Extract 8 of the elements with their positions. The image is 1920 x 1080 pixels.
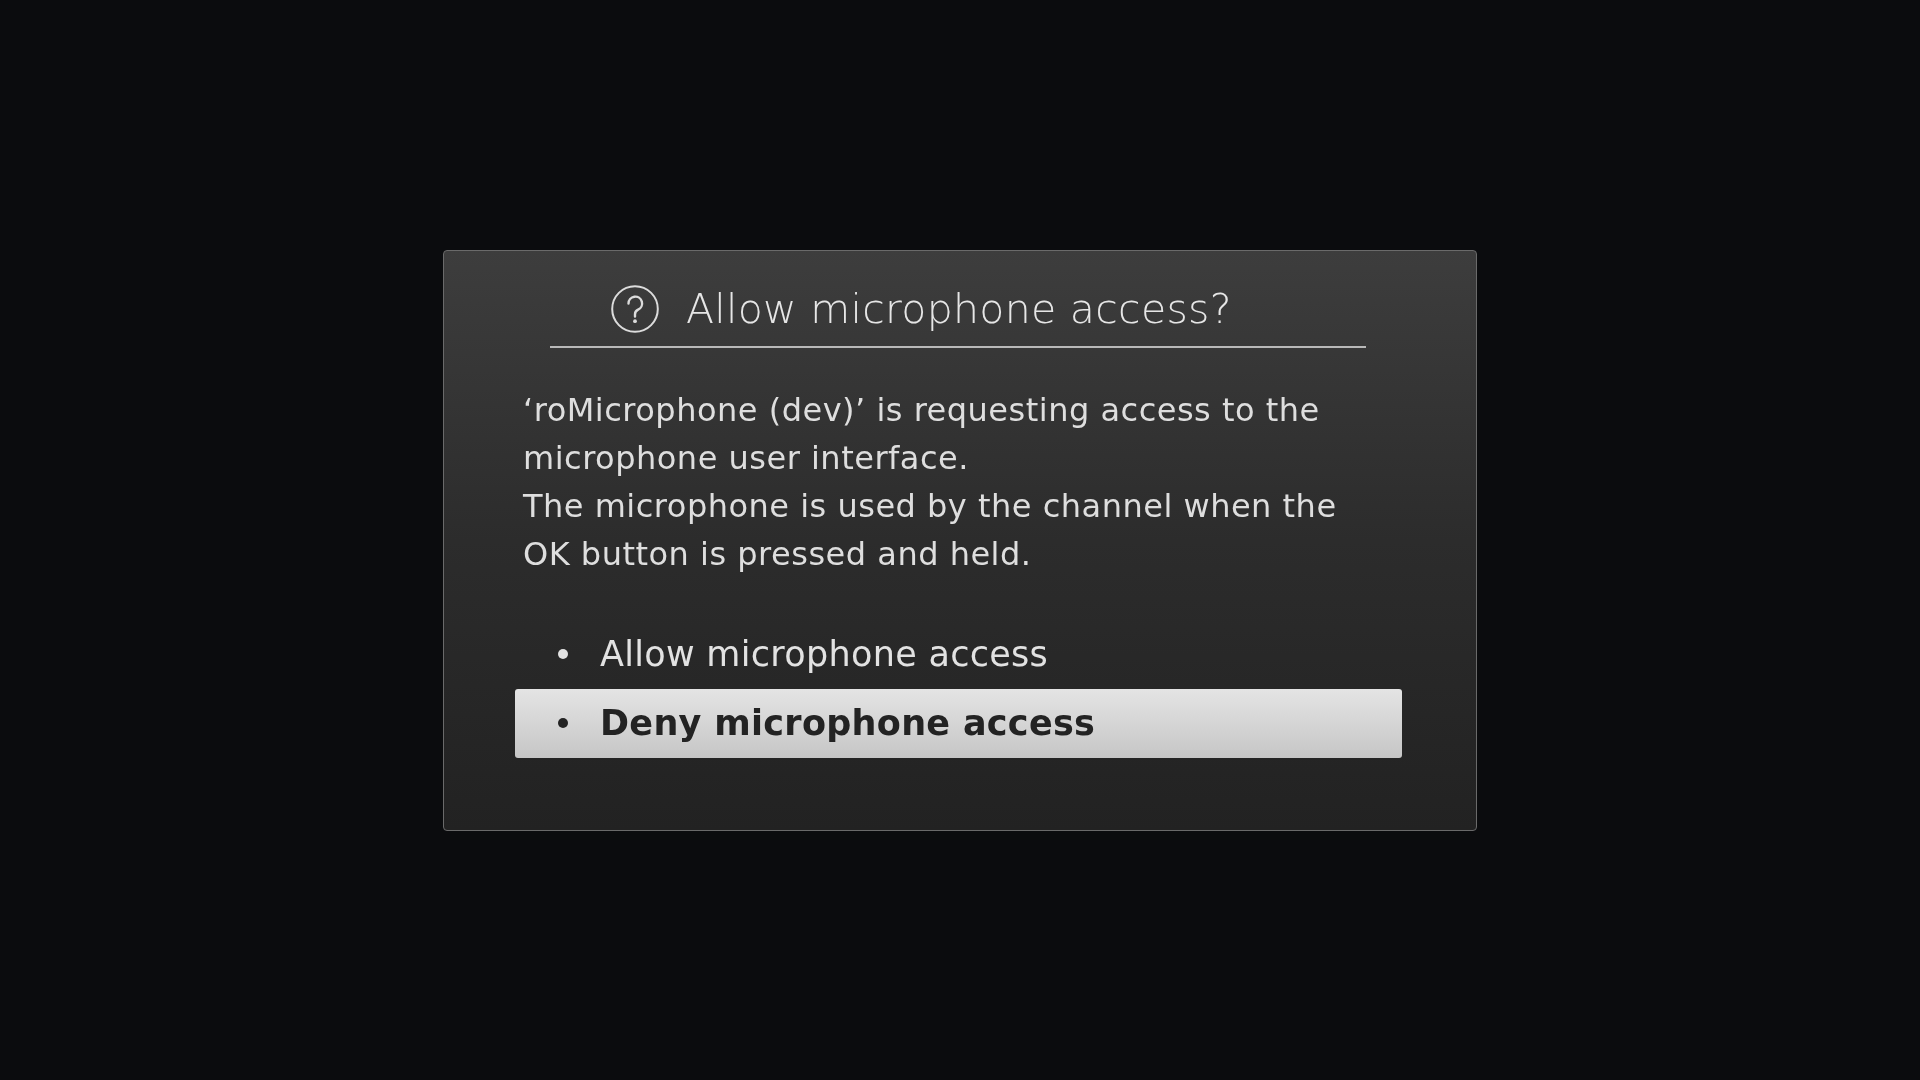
message-text: The microphone is used by the channel when the OK button is pressed and held.	[523, 485, 1338, 575]
bullet-icon	[558, 718, 568, 728]
menu-option[interactable]: Allow microphone access	[515, 619, 1402, 689]
dialog-title: Allow microphone access?	[686, 284, 1232, 333]
bullet-icon	[558, 649, 568, 659]
menu-option[interactable]: Deny microphone access	[515, 688, 1402, 758]
help-icon	[611, 284, 659, 333]
message-text: ‘roMicrophone (dev)’ is requesting access to the microphone user interface.	[523, 389, 1321, 479]
